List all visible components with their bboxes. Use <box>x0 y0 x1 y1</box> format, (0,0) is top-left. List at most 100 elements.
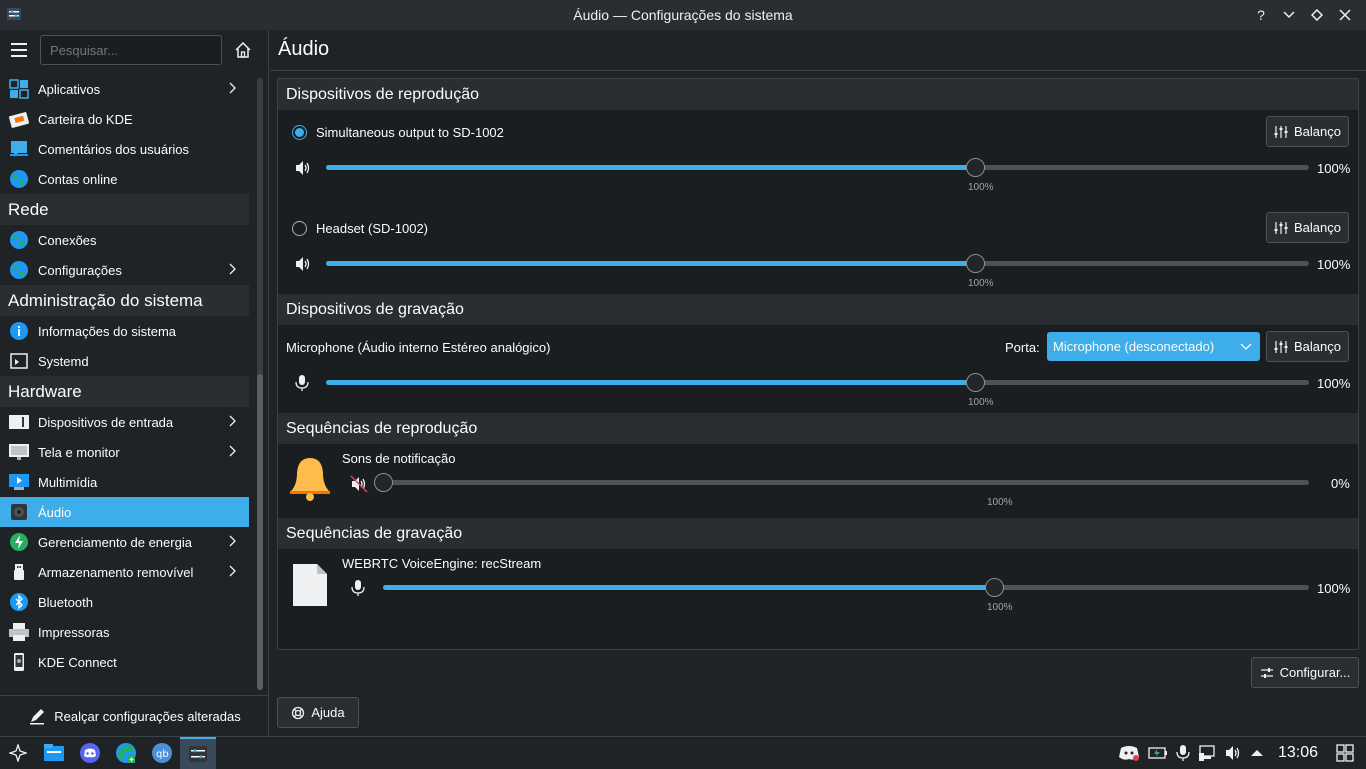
device-1-radio[interactable] <box>292 125 307 140</box>
microphone-tray-icon[interactable] <box>1176 744 1190 762</box>
sidebar-item-tela-monitor[interactable]: Tela e monitor <box>0 437 249 467</box>
sidebar-item-conexoes[interactable]: Conexões <box>0 225 249 255</box>
volume-tray-icon[interactable] <box>1224 744 1242 762</box>
minimize-icon[interactable] <box>1278 4 1300 26</box>
kdeconnect-icon <box>8 651 30 673</box>
sidebar-item-systemd[interactable]: Systemd <box>0 346 249 376</box>
highlighter-icon <box>30 709 45 725</box>
configure-button[interactable]: Configurar... <box>1251 657 1359 688</box>
volume-slider-fill <box>326 261 975 266</box>
launcher-icon[interactable] <box>0 737 36 769</box>
highlight-changed-button[interactable]: Realçar configurações alteradas <box>0 695 269 736</box>
volume-slider-fill <box>326 380 975 385</box>
sidebar-item-bluetooth[interactable]: Bluetooth <box>0 587 249 617</box>
printer-icon <box>8 621 30 643</box>
sidebar-item-label: Aplicativos <box>38 81 101 97</box>
help-icon[interactable]: ? <box>1250 4 1272 26</box>
close-icon[interactable] <box>1334 4 1356 26</box>
svg-text:qb: qb <box>156 749 169 760</box>
scrollbar-thumb[interactable] <box>257 374 263 690</box>
microphone-icon[interactable] <box>294 374 310 392</box>
sidebar-item-dispositivos-entrada[interactable]: Dispositivos de entrada <box>0 407 249 437</box>
home-icon[interactable] <box>232 39 254 61</box>
stream-name: WEBRTC VoiceEngine: recStream <box>342 556 542 571</box>
port-select[interactable]: Microphone (desconectado) <box>1047 332 1260 361</box>
file-manager-icon[interactable] <box>36 737 72 769</box>
balance-button[interactable]: Balanço <box>1266 212 1349 243</box>
system-settings-task-icon[interactable] <box>180 736 216 769</box>
volume-tick-label: 100% <box>968 278 994 289</box>
menu-icon[interactable] <box>8 39 30 61</box>
document-icon <box>293 564 327 606</box>
chevron-right-icon <box>229 565 236 577</box>
stream-name: Sons de notificação <box>342 451 456 466</box>
edge-browser-icon[interactable] <box>108 737 144 769</box>
speaker-volume-icon[interactable] <box>294 159 312 177</box>
search-input[interactable] <box>40 35 222 65</box>
volume-slider[interactable] <box>326 373 1309 392</box>
speaker-muted-icon[interactable] <box>350 475 368 493</box>
sidebar-item-aplicativos[interactable]: Aplicativos <box>0 74 249 104</box>
discord-icon[interactable] <box>72 737 108 769</box>
sliders-icon <box>1274 340 1288 353</box>
window-title: Áudio — Configurações do sistema <box>573 7 793 23</box>
highlight-changed-label: Realçar configurações alteradas <box>54 708 241 724</box>
volume-slider[interactable] <box>326 254 1309 273</box>
sidebar-item-impressoras[interactable]: Impressoras <box>0 617 249 647</box>
sidebar-item-kde-connect[interactable]: KDE Connect <box>0 647 249 677</box>
chevron-right-icon <box>229 535 236 547</box>
sidebar-item-label: Contas online <box>38 171 118 187</box>
help-label: Ajuda <box>311 705 345 720</box>
sidebar-item-configuracoes[interactable]: Configurações <box>0 255 249 285</box>
sidebar-item-audio[interactable]: Áudio <box>0 497 249 527</box>
volume-slider-handle[interactable] <box>374 473 393 492</box>
microphone-icon[interactable] <box>350 579 366 597</box>
help-button[interactable]: Ajuda <box>277 697 359 728</box>
maximize-icon[interactable] <box>1306 4 1328 26</box>
volume-slider[interactable] <box>374 473 1309 492</box>
power-icon <box>8 531 30 553</box>
volume-slider-handle[interactable] <box>965 373 985 392</box>
clock[interactable]: 13:06 <box>1278 744 1318 762</box>
speaker-icon <box>8 501 30 523</box>
balance-button[interactable]: Balanço <box>1266 331 1349 362</box>
tray-expand-icon[interactable] <box>1250 748 1264 758</box>
volume-tick-label: 100% <box>987 602 1013 613</box>
balance-button[interactable]: Balanço <box>1266 116 1349 147</box>
sidebar-item-label: Informações do sistema <box>38 323 177 339</box>
discord-tray-icon[interactable] <box>1118 744 1140 762</box>
sidebar-item-comentarios[interactable]: Comentários dos usuários <box>0 134 249 164</box>
sidebar-item-armazenamento[interactable]: Armazenamento removível <box>0 557 249 587</box>
sidebar-item-label: Systemd <box>38 353 89 369</box>
battery-icon[interactable] <box>1148 746 1168 760</box>
sidebar-item-energia[interactable]: Gerenciamento de energia <box>0 527 249 557</box>
device-2-radio[interactable] <box>292 221 307 236</box>
window-titlebar: Áudio — Configurações do sistema ? <box>0 0 1366 30</box>
volume-percent: 100% <box>1317 257 1351 272</box>
balance-label: Balanço <box>1294 220 1341 235</box>
sidebar-scrollbar[interactable] <box>257 78 263 690</box>
globe-icon <box>8 229 30 251</box>
volume-slider[interactable] <box>326 158 1309 177</box>
sidebar-item-info-sistema[interactable]: Informações do sistema <box>0 316 249 346</box>
volume-tick-label: 100% <box>987 497 1013 508</box>
volume-slider-handle[interactable] <box>965 254 985 273</box>
volume-slider[interactable] <box>383 578 1309 597</box>
category-rede: Rede <box>0 194 249 225</box>
device-1-name: Simultaneous output to SD-1002 <box>316 125 504 140</box>
show-desktop-icon[interactable] <box>1336 744 1354 762</box>
apps-icon <box>8 78 30 100</box>
sidebar-item-carteira[interactable]: Carteira do KDE <box>0 104 249 134</box>
sidebar-item-multimidia[interactable]: Multimídia <box>0 467 249 497</box>
chevron-right-icon <box>229 445 236 457</box>
keyboard-icon <box>8 411 30 433</box>
system-tray: 13:06 <box>1118 737 1366 769</box>
volume-slider-handle[interactable] <box>965 158 985 177</box>
network-icon[interactable] <box>1198 744 1216 762</box>
sidebar-item-contas-online[interactable]: Contas online <box>0 164 249 194</box>
qbittorrent-icon[interactable]: qb <box>144 737 180 769</box>
volume-percent: 100% <box>1317 161 1351 176</box>
speaker-volume-icon[interactable] <box>294 255 312 273</box>
divider <box>270 70 1366 71</box>
volume-slider-handle[interactable] <box>985 578 1005 597</box>
